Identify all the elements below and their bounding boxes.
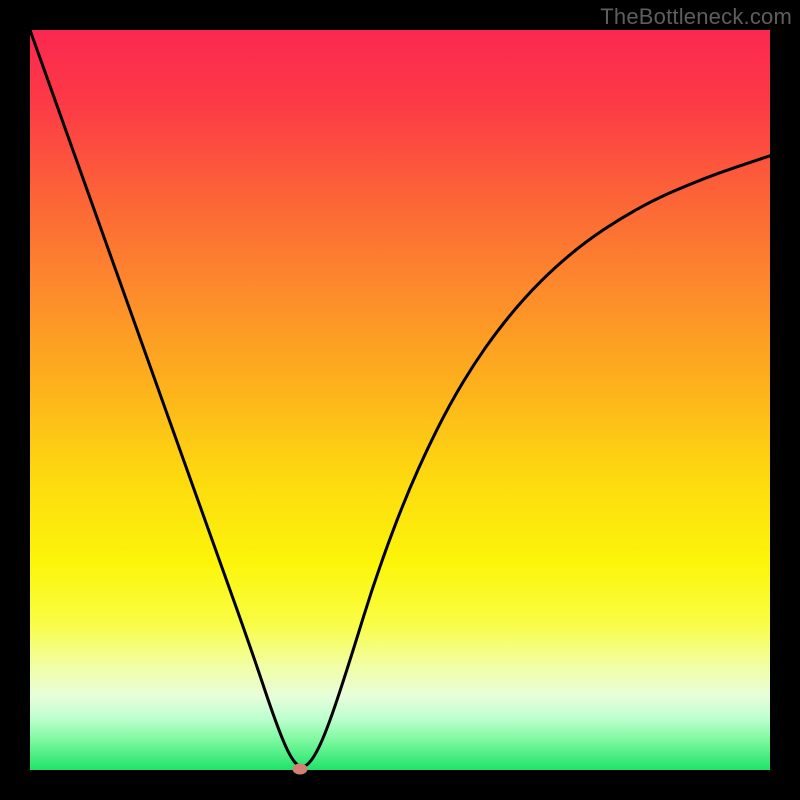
attribution-text: TheBottleneck.com xyxy=(600,4,792,30)
plot-area xyxy=(30,30,770,770)
bottleneck-curve xyxy=(30,30,770,770)
optimum-marker xyxy=(293,763,308,774)
chart-frame: TheBottleneck.com xyxy=(0,0,800,800)
